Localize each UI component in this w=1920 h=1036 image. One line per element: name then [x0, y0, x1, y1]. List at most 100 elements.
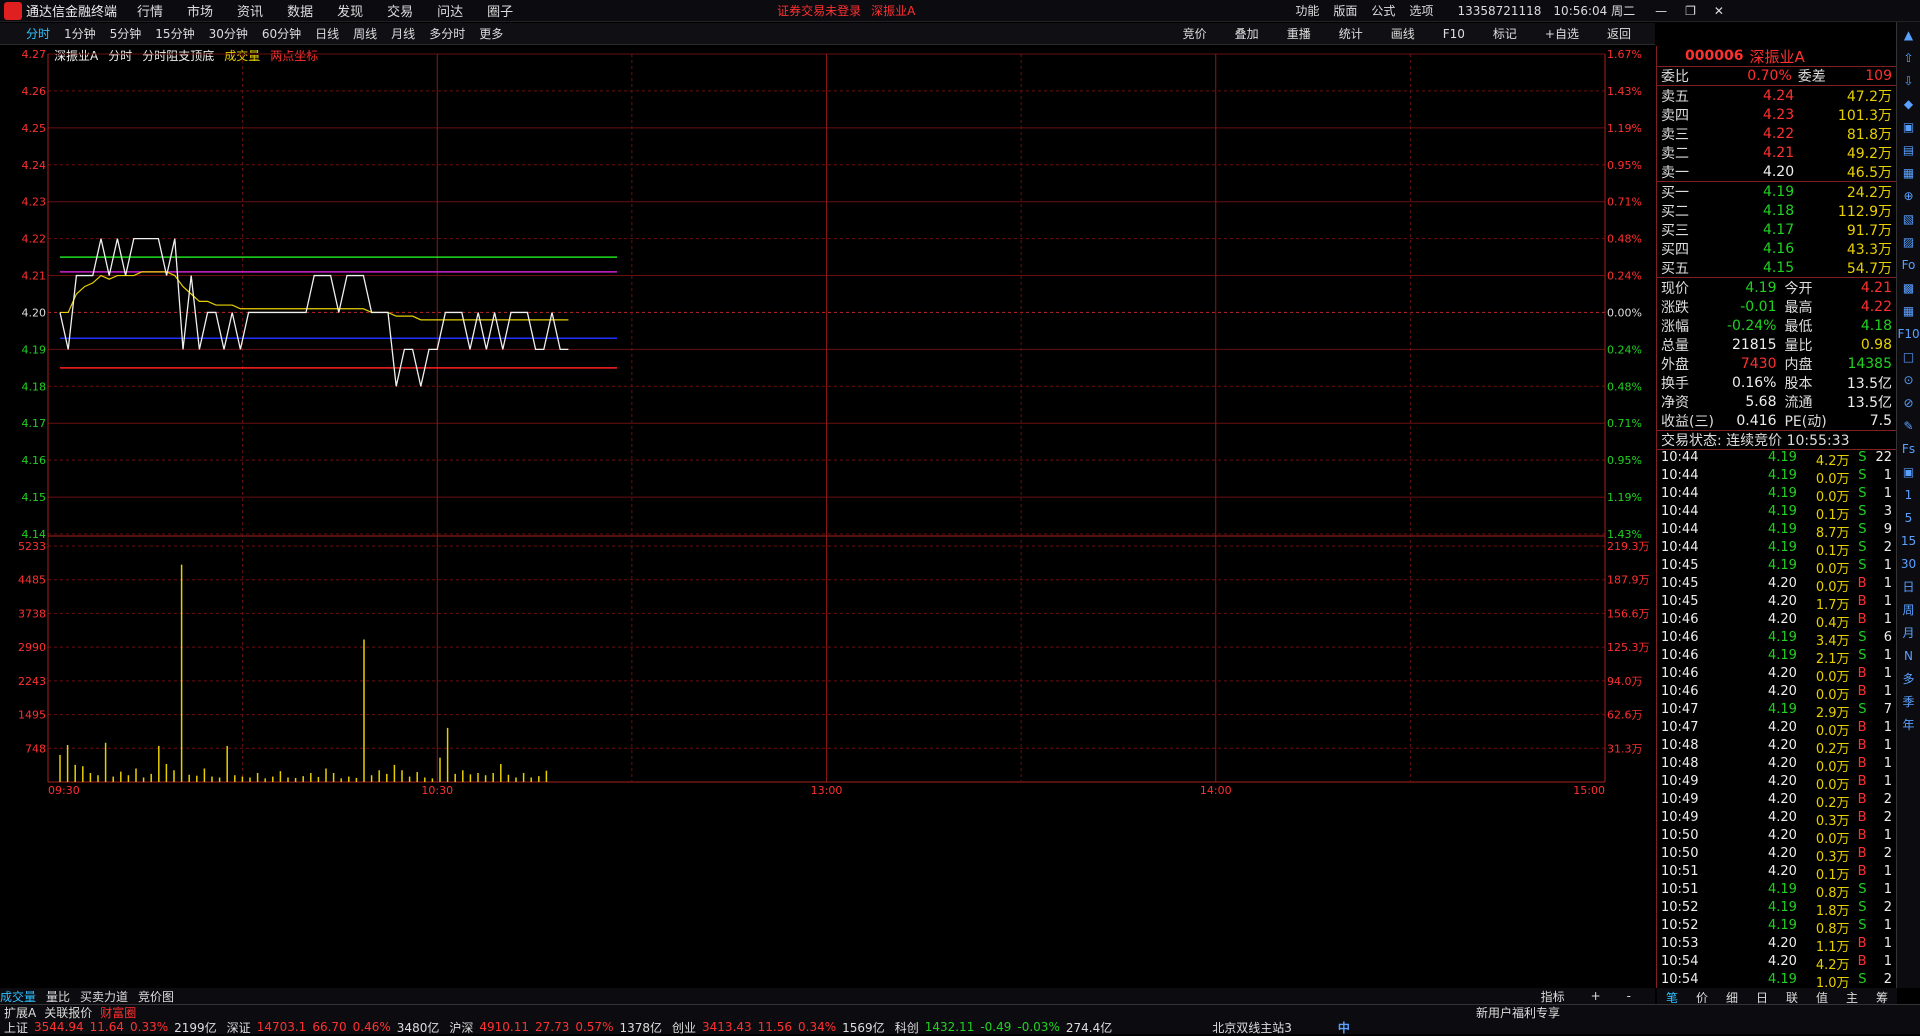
minimize-icon[interactable]: —: [1655, 4, 1667, 18]
menu-3[interactable]: 数据: [287, 1, 313, 20]
login-notice[interactable]: 证券交易未登录: [777, 2, 861, 19]
side-tool-icon[interactable]: ▩: [1898, 278, 1920, 298]
side-tool-icon[interactable]: 季: [1898, 692, 1920, 712]
index-name[interactable]: 创业: [672, 1019, 696, 1036]
bid-row-0[interactable]: 买一 4.19 24.2万: [1657, 182, 1896, 201]
side-tool-icon[interactable]: Fo: [1898, 255, 1920, 275]
tick-list[interactable]: 10:44 4.19 4.2万 S 22 10:44 4.19 0.0万 S 1 10:44 4.19…: [1657, 449, 1896, 991]
period-tab-10[interactable]: 更多: [479, 25, 503, 42]
period-tab-8[interactable]: 月线: [391, 25, 415, 42]
side-tool-icon[interactable]: 30: [1898, 554, 1920, 574]
side-tool-icon[interactable]: ▤: [1898, 140, 1920, 160]
side-tool-icon[interactable]: ⇧: [1898, 48, 1920, 68]
tool-button-4[interactable]: 画线: [1391, 25, 1415, 42]
ask-row-4[interactable]: 卖一 4.20 46.5万: [1657, 162, 1896, 181]
period-tab-7[interactable]: 周线: [353, 25, 377, 42]
ext-tab-1[interactable]: 关联报价: [44, 1004, 92, 1021]
side-tool-icon[interactable]: 多: [1898, 669, 1920, 689]
panel-tab-4[interactable]: 联: [1777, 989, 1807, 1006]
tool-button-5[interactable]: F10: [1443, 27, 1465, 41]
side-tool-icon[interactable]: ⇩: [1898, 71, 1920, 91]
side-tool-icon[interactable]: 5: [1898, 508, 1920, 528]
bid-row-4[interactable]: 买五 4.15 54.7万: [1657, 258, 1896, 277]
right-menu-3[interactable]: 选项: [1409, 2, 1433, 19]
right-menu-2[interactable]: 公式: [1371, 2, 1395, 19]
restore-icon[interactable]: ❐: [1685, 4, 1696, 18]
index-name[interactable]: 沪深: [449, 1019, 473, 1036]
menu-5[interactable]: 交易: [387, 1, 413, 20]
side-tool-icon[interactable]: F10: [1898, 324, 1920, 344]
side-tool-icon[interactable]: ⊘: [1898, 393, 1920, 413]
side-tool-icon[interactable]: ✎: [1898, 416, 1920, 436]
index-name[interactable]: 上证: [4, 1019, 28, 1036]
tool-button-8[interactable]: 返回: [1607, 25, 1631, 42]
period-tab-5[interactable]: 60分钟: [262, 25, 301, 42]
menu-0[interactable]: 行情: [137, 1, 163, 20]
tool-button-7[interactable]: +自选: [1545, 25, 1579, 42]
period-tab-0[interactable]: 分时: [26, 25, 50, 42]
right-menu-0[interactable]: 功能: [1295, 2, 1319, 19]
index-name[interactable]: 科创: [895, 1019, 919, 1036]
period-tab-9[interactable]: 多分时: [429, 25, 465, 42]
panel-tab-1[interactable]: 价: [1687, 989, 1717, 1006]
side-tool-icon[interactable]: ▧: [1898, 209, 1920, 229]
panel-tab-7[interactable]: 筹: [1867, 989, 1897, 1006]
side-tool-icon[interactable]: ▲: [1898, 25, 1920, 45]
ask-row-0[interactable]: 卖五 4.24 47.2万: [1657, 86, 1896, 105]
side-tool-icon[interactable]: 15: [1898, 531, 1920, 551]
indicator-tab-2[interactable]: 买卖力道: [80, 988, 128, 1005]
period-tab-2[interactable]: 5分钟: [110, 25, 142, 42]
indicator-tab-3[interactable]: 竞价图: [138, 988, 174, 1005]
right-menu-1[interactable]: 版面: [1333, 2, 1357, 19]
side-tool-icon[interactable]: 1: [1898, 485, 1920, 505]
tool-button-0[interactable]: 竞价: [1183, 25, 1207, 42]
side-tool-icon[interactable]: ⊙: [1898, 370, 1920, 390]
side-tool-icon[interactable]: N: [1898, 646, 1920, 666]
side-tool-icon[interactable]: ⊕: [1898, 186, 1920, 206]
panel-tab-0[interactable]: 笔: [1657, 989, 1687, 1006]
side-tool-icon[interactable]: ◆: [1898, 94, 1920, 114]
indicator-tab-0[interactable]: 成交量: [0, 988, 36, 1005]
period-tab-4[interactable]: 30分钟: [209, 25, 248, 42]
server-name[interactable]: 北京双线主站3: [1212, 1019, 1292, 1036]
side-tool-icon[interactable]: 周: [1898, 600, 1920, 620]
tool-button-6[interactable]: 标记: [1493, 25, 1517, 42]
side-tool-icon[interactable]: ▣: [1898, 117, 1920, 137]
index-name[interactable]: 深证: [227, 1019, 251, 1036]
intraday-chart[interactable]: 4.27 1.67% 4.26 1.43% 4.25 1.19% 4.24 0.95% 4.23…: [0, 46, 1655, 988]
period-tab-1[interactable]: 1分钟: [64, 25, 96, 42]
indicator-control-0[interactable]: 指标: [1541, 988, 1565, 1005]
bid-row-1[interactable]: 买二 4.18 112.9万: [1657, 201, 1896, 220]
ext-tab-2[interactable]: 财富圈: [100, 1004, 136, 1021]
indicator-control-1[interactable]: +: [1591, 989, 1601, 1003]
side-tool-icon[interactable]: ▨: [1898, 232, 1920, 252]
side-tool-icon[interactable]: 年: [1898, 715, 1920, 735]
side-tool-icon[interactable]: Fs: [1898, 439, 1920, 459]
ask-row-3[interactable]: 卖二 4.21 49.2万: [1657, 143, 1896, 162]
tool-button-2[interactable]: 重播: [1287, 25, 1311, 42]
menu-1[interactable]: 市场: [187, 1, 213, 20]
tool-button-1[interactable]: 叠加: [1235, 25, 1259, 42]
panel-tab-3[interactable]: 日: [1747, 989, 1777, 1006]
ask-row-2[interactable]: 卖三 4.22 81.8万: [1657, 124, 1896, 143]
panel-tab-6[interactable]: 主: [1837, 989, 1867, 1006]
bid-row-3[interactable]: 买四 4.16 43.3万: [1657, 239, 1896, 258]
ime-indicator[interactable]: 中: [1338, 1019, 1350, 1036]
side-tool-icon[interactable]: ▣: [1898, 462, 1920, 482]
side-tool-icon[interactable]: □: [1898, 347, 1920, 367]
bid-row-2[interactable]: 买三 4.17 91.7万: [1657, 220, 1896, 239]
side-tool-icon[interactable]: ▦: [1898, 301, 1920, 321]
indicator-control-2[interactable]: -: [1627, 989, 1631, 1003]
ask-row-1[interactable]: 卖四 4.23 101.3万: [1657, 105, 1896, 124]
panel-tab-2[interactable]: 细: [1717, 989, 1747, 1006]
menu-6[interactable]: 问达: [437, 1, 463, 20]
tool-button-3[interactable]: 统计: [1339, 25, 1363, 42]
period-tab-3[interactable]: 15分钟: [155, 25, 194, 42]
menu-2[interactable]: 资讯: [237, 1, 263, 20]
side-tool-icon[interactable]: 月: [1898, 623, 1920, 643]
promo-text[interactable]: 新用户福利专享: [1476, 1004, 1560, 1021]
menu-4[interactable]: 发现: [337, 1, 363, 20]
side-tool-icon[interactable]: ▦: [1898, 163, 1920, 183]
side-tool-icon[interactable]: 日: [1898, 577, 1920, 597]
period-tab-6[interactable]: 日线: [315, 25, 339, 42]
